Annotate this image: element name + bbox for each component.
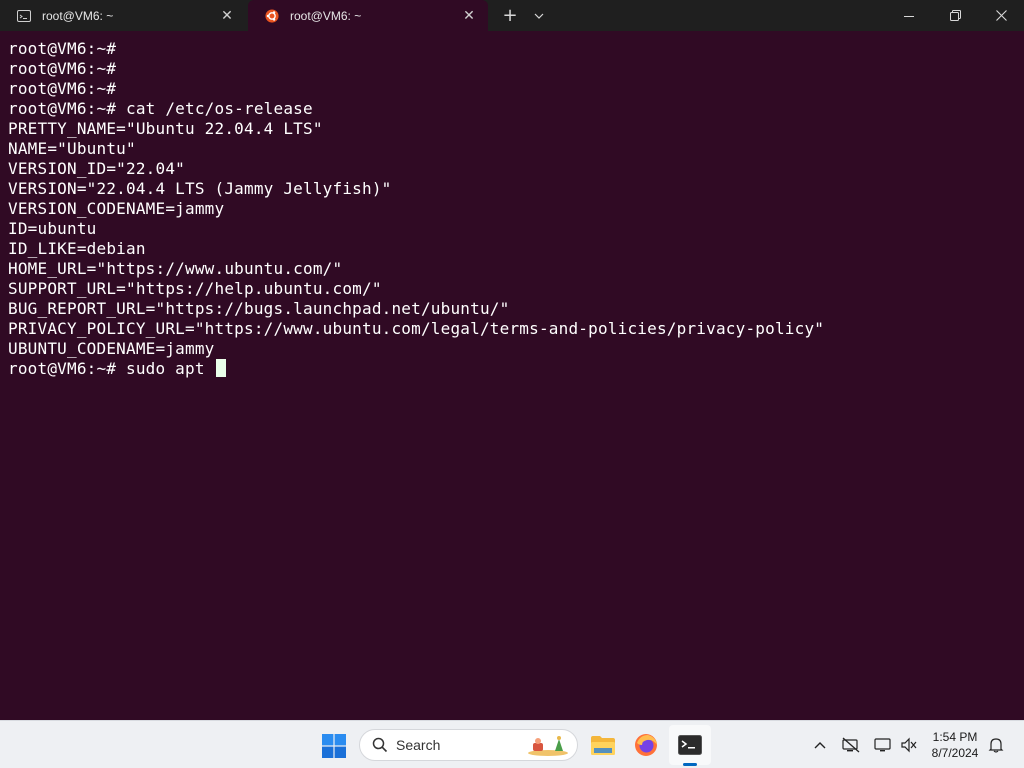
terminal-line: UBUNTU_CODENAME=jammy [8, 339, 215, 358]
ubuntu-icon [265, 8, 279, 23]
search-label: Search [396, 737, 441, 753]
terminal-line: BUG_REPORT_URL="https://bugs.launchpad.n… [8, 299, 510, 318]
close-window-button[interactable] [978, 0, 1024, 31]
network-button[interactable] [840, 733, 862, 757]
terminal-taskbar-button[interactable] [669, 725, 711, 765]
prompt-input[interactable]: root@VM6:~# sudo apt [8, 359, 215, 378]
tab-inactive[interactable]: root@VM6: ~ ✕ [0, 0, 246, 31]
terminal-line: root@VM6:~# [8, 59, 117, 78]
clock-time: 1:54 PM [932, 730, 978, 744]
maximize-button[interactable] [932, 0, 978, 31]
volume-muted-icon [901, 737, 917, 753]
tab-title: root@VM6: ~ [290, 8, 362, 23]
close-tab-icon[interactable]: ✕ [462, 8, 476, 24]
terminal-line: VERSION_CODENAME=jammy [8, 199, 225, 218]
volume-button[interactable] [898, 733, 920, 757]
file-explorer-button[interactable] [588, 731, 618, 759]
clock-date: 8/7/2024 [931, 746, 979, 760]
firefox-button[interactable] [631, 731, 661, 759]
terminal-prompt-line[interactable]: root@VM6:~# sudo apt [8, 359, 1018, 379]
new-tab-button[interactable]: + [498, 0, 522, 31]
cmd-icon [17, 9, 31, 23]
terminal-line: PRETTY_NAME="Ubuntu 22.04.4 LTS" [8, 119, 323, 138]
file-explorer-icon [591, 736, 615, 755]
title-bar: root@VM6: ~ ✕ root@VM6: ~ ✕ + [0, 0, 1024, 31]
notifications-button[interactable] [985, 733, 1007, 757]
display-button[interactable] [872, 733, 894, 757]
restore-icon [949, 10, 961, 21]
terminal-line: root@VM6:~# [8, 39, 117, 58]
terminal-output[interactable]: root@VM6:~# root@VM6:~# root@VM6:~# root… [8, 39, 1018, 709]
search-box[interactable]: Search [359, 729, 578, 761]
close-tab-icon[interactable]: ✕ [220, 8, 234, 24]
display-icon [874, 738, 891, 752]
search-highlight-icon [528, 736, 568, 756]
tab-title: root@VM6: ~ [42, 8, 114, 23]
show-hidden-icons-button[interactable] [809, 733, 831, 757]
terminal-line: PRIVACY_POLICY_URL="https://www.ubuntu.c… [8, 319, 825, 338]
terminal-icon [678, 735, 702, 755]
terminal-line: VERSION="22.04.4 LTS (Jammy Jellyfish)" [8, 179, 392, 198]
terminal-line: ID=ubuntu [8, 219, 97, 238]
firefox-icon [635, 734, 657, 756]
chevron-up-icon [814, 742, 826, 749]
minimize-icon [904, 15, 914, 17]
active-app-indicator [683, 763, 697, 766]
search-icon [372, 737, 388, 753]
minimize-button[interactable] [886, 0, 932, 31]
terminal-line: root@VM6:~# [8, 79, 117, 98]
terminal-line: root@VM6:~# cat /etc/os-release [8, 99, 313, 118]
text-cursor [215, 359, 226, 377]
terminal-line: NAME="Ubuntu" [8, 139, 136, 158]
start-button[interactable] [320, 733, 348, 759]
start-icon [322, 734, 346, 758]
tab-dropdown-button[interactable] [528, 0, 550, 31]
terminal-line: ID_LIKE=debian [8, 239, 146, 258]
clock[interactable]: 1:54 PM 8/7/2024 [920, 729, 990, 761]
notification-bell-icon [988, 738, 1004, 753]
taskbar: Search 1:54 PM 8/7/2024 [0, 720, 1024, 768]
tab-active[interactable]: root@VM6: ~ ✕ [248, 0, 488, 31]
terminal-line: SUPPORT_URL="https://help.ubuntu.com/" [8, 279, 382, 298]
terminal-line: HOME_URL="https://www.ubuntu.com/" [8, 259, 343, 278]
close-icon [995, 10, 1007, 21]
network-off-icon [842, 737, 860, 753]
chevron-down-icon [534, 13, 544, 19]
terminal-line: VERSION_ID="22.04" [8, 159, 185, 178]
